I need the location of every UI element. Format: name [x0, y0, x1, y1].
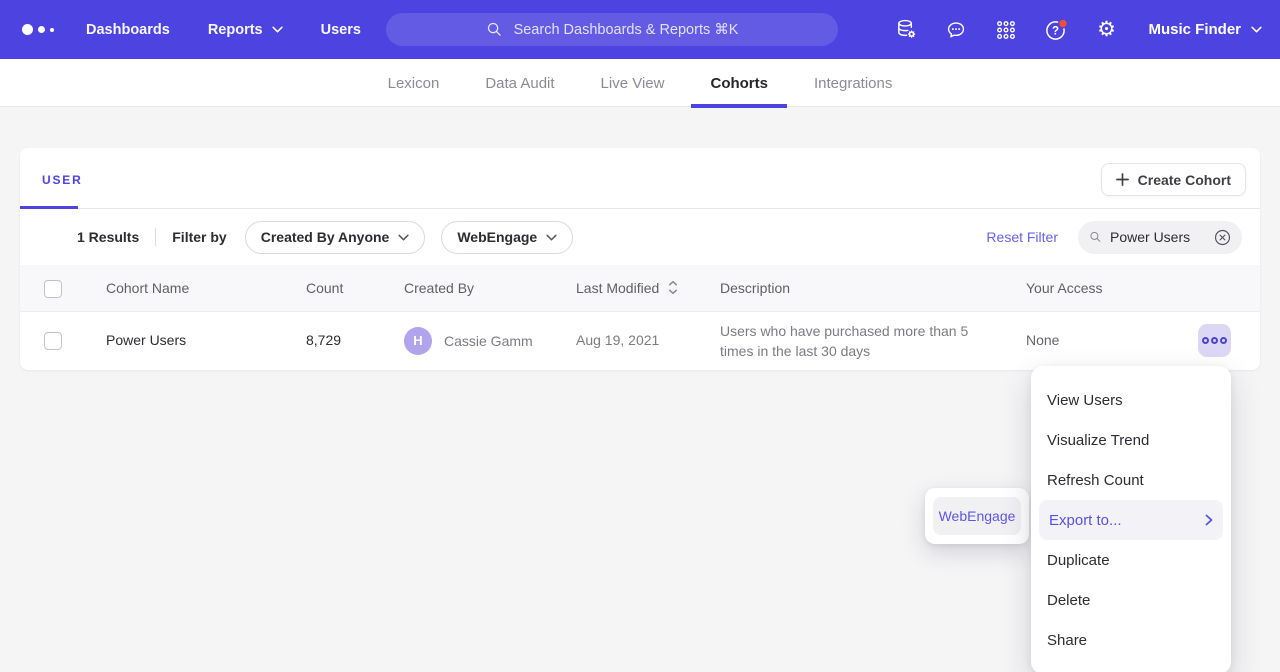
column-header-count: Count	[306, 265, 343, 311]
create-cohort-button[interactable]: Create Cohort	[1101, 163, 1246, 196]
column-header-cohort-name: Cohort Name	[106, 265, 189, 311]
create-cohort-label: Create Cohort	[1138, 172, 1231, 188]
menu-item-label: Export to...	[1049, 512, 1122, 529]
settings-gear-icon[interactable]: ⚙	[1094, 18, 1118, 42]
nav-item-users[interactable]: Users	[321, 22, 361, 38]
menu-item-export-to[interactable]: Export to...	[1039, 500, 1223, 540]
column-header-last-modified[interactable]: Last Modified	[576, 265, 679, 311]
select-all-checkbox[interactable]	[44, 280, 62, 298]
menu-item-share[interactable]: Share	[1031, 620, 1231, 660]
divider	[155, 228, 156, 246]
created-by-filter-value: Created By Anyone	[261, 229, 390, 245]
last-modified-date: Aug 19, 2021	[576, 312, 659, 369]
column-header-label: Last Modified	[576, 280, 659, 296]
cohort-table-row[interactable]: Power Users 8,729 H Cassie Gamm Aug 19, …	[20, 312, 1260, 369]
global-search-bar[interactable]: Search Dashboards & Reports ⌘K	[386, 13, 838, 46]
row-actions-menu: View Users Visualize Trend Refresh Count…	[1031, 366, 1231, 672]
row-actions-button[interactable]	[1198, 324, 1231, 357]
mixpanel-logo[interactable]	[22, 24, 54, 35]
clear-search-icon[interactable]	[1214, 229, 1231, 246]
feedback-chat-icon[interactable]	[944, 18, 968, 42]
column-header-created-by: Created By	[404, 265, 474, 311]
dot-icon	[1211, 337, 1218, 344]
menu-item-duplicate[interactable]: Duplicate	[1031, 540, 1231, 580]
export-submenu: WebEngage	[925, 488, 1029, 544]
menu-item-delete[interactable]: Delete	[1031, 580, 1231, 620]
tab-user-cohorts[interactable]: USER	[42, 173, 83, 187]
nav-item-label: Dashboards	[86, 22, 170, 38]
apps-grid-icon[interactable]	[994, 18, 1018, 42]
project-name: Music Finder	[1148, 21, 1241, 38]
tab-integrations[interactable]: Integrations	[814, 59, 892, 107]
help-icon[interactable]: ?	[1044, 18, 1068, 42]
tab-lexicon[interactable]: Lexicon	[388, 59, 440, 107]
global-search-placeholder: Search Dashboards & Reports ⌘K	[514, 22, 739, 38]
top-nav-actions: ? ⚙ Music Finder	[894, 0, 1262, 59]
row-checkbox[interactable]	[44, 332, 62, 350]
chevron-down-icon	[546, 234, 557, 241]
chevron-down-icon	[398, 234, 409, 241]
plus-icon	[1116, 173, 1129, 186]
dot-icon	[1202, 337, 1209, 344]
menu-item-view-users[interactable]: View Users	[1031, 380, 1231, 420]
chevron-down-icon	[272, 26, 283, 33]
notification-badge	[1059, 19, 1068, 28]
filter-bar: 1 Results Filter by Created By Anyone We…	[20, 209, 1260, 265]
panel-header: USER Create Cohort	[20, 148, 1260, 209]
filter-by-label: Filter by	[172, 229, 226, 245]
integration-filter-value: WebEngage	[457, 229, 537, 245]
column-header-your-access: Your Access	[1026, 265, 1103, 311]
created-by-name: Cassie Gamm	[444, 333, 533, 349]
sort-icon[interactable]	[667, 280, 679, 295]
created-by-filter-dropdown[interactable]: Created By Anyone	[245, 221, 426, 254]
column-header-description: Description	[720, 265, 790, 311]
nav-item-label: Reports	[208, 22, 263, 38]
results-count: 1 Results	[77, 229, 139, 245]
reset-filter-link[interactable]: Reset Filter	[986, 229, 1058, 245]
app-root: Dashboards Reports Users Search Dashboar…	[0, 0, 1280, 672]
cohorts-panel: USER Create Cohort 1 Results Filter by C…	[20, 148, 1260, 370]
nav-item-reports[interactable]: Reports	[208, 22, 283, 38]
secondary-tabs: Lexicon Data Audit Live View Cohorts Int…	[0, 59, 1280, 107]
created-by-cell: H Cassie Gamm	[404, 312, 533, 369]
menu-item-refresh-count[interactable]: Refresh Count	[1031, 460, 1231, 500]
submenu-item-webengage[interactable]: WebEngage	[933, 497, 1021, 535]
chevron-right-icon	[1205, 514, 1213, 526]
table-header: Cohort Name Count Created By Last Modifi…	[20, 265, 1260, 312]
cohort-count: 8,729	[306, 312, 341, 369]
primary-nav: Dashboards Reports Users	[86, 22, 361, 38]
dot-icon	[1220, 337, 1227, 344]
nav-item-label: Users	[321, 22, 361, 38]
cohort-search-field[interactable]	[1078, 221, 1242, 254]
cohort-description: Users who have purchased more than 5 tim…	[720, 322, 972, 361]
your-access-value: None	[1026, 312, 1059, 369]
integration-filter-dropdown[interactable]: WebEngage	[441, 221, 573, 254]
svg-text:?: ?	[1052, 25, 1059, 37]
tab-live-view[interactable]: Live View	[601, 59, 665, 107]
data-management-icon[interactable]	[894, 18, 918, 42]
nav-item-dashboards[interactable]: Dashboards	[86, 22, 170, 38]
cohort-name[interactable]: Power Users	[106, 312, 186, 369]
top-nav: Dashboards Reports Users Search Dashboar…	[0, 0, 1280, 59]
tab-cohorts[interactable]: Cohorts	[710, 59, 768, 107]
menu-item-visualize-trend[interactable]: Visualize Trend	[1031, 420, 1231, 460]
search-icon	[1089, 229, 1102, 245]
chevron-down-icon	[1251, 26, 1262, 33]
tab-data-audit[interactable]: Data Audit	[485, 59, 554, 107]
cohort-search-input[interactable]	[1110, 229, 1206, 245]
avatar: H	[404, 327, 432, 355]
search-icon	[486, 21, 503, 38]
project-switcher[interactable]: Music Finder	[1148, 21, 1262, 38]
